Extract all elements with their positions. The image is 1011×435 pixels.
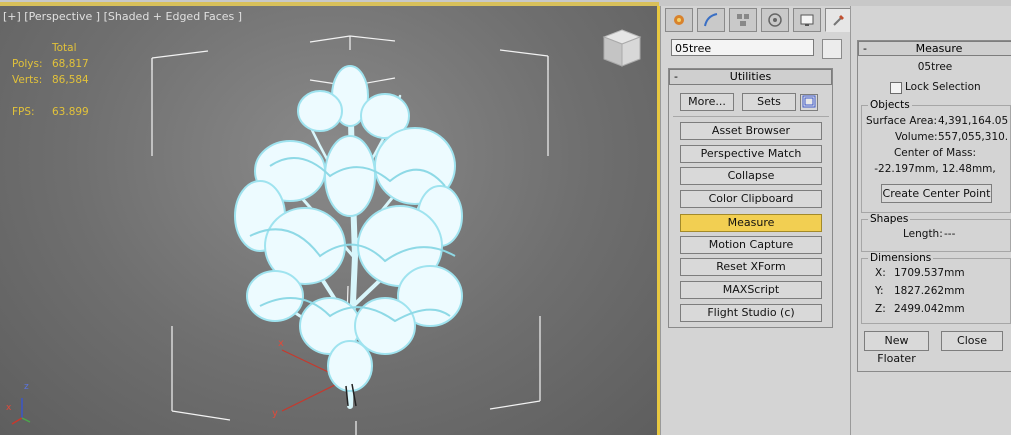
- lock-selection-checkbox[interactable]: [890, 82, 902, 94]
- dimension-y-value: 1827.262mm: [894, 285, 965, 297]
- dimension-x-value: 1709.537mm: [894, 267, 965, 279]
- utilities-separator: [673, 116, 829, 117]
- surface-area-label: Surface Area:: [866, 115, 938, 127]
- triad-x-label: x: [6, 403, 12, 413]
- close-button[interactable]: Close: [941, 331, 1003, 351]
- command-panel: 05tree - Utilities More... Sets Asset Bro…: [660, 6, 853, 435]
- measure-panel: - Measure 05tree Lock Selection Objects S…: [850, 6, 1011, 435]
- color-clipboard-button[interactable]: Color Clipboard: [680, 190, 822, 208]
- volume-label: Volume:: [895, 131, 938, 143]
- dimension-x-label: X:: [875, 267, 886, 279]
- utilities-rollout-header[interactable]: - Utilities: [669, 69, 832, 85]
- utilities-title: Utilities: [729, 70, 772, 83]
- measure-object-name: 05tree: [917, 61, 953, 73]
- perspective-match-button[interactable]: Perspective Match: [680, 145, 822, 163]
- axis-triad: [11, 398, 31, 425]
- object-color-swatch[interactable]: [822, 39, 842, 59]
- triad-z-label: z: [24, 382, 29, 392]
- measure-title: Measure: [915, 42, 963, 55]
- dimension-z-value: 2499.042mm: [894, 303, 965, 315]
- dimension-y-label: Y:: [875, 285, 884, 297]
- statistics-overlay: Total Polys: 68,817 Verts: 86,584 FPS: 63.8…: [12, 40, 89, 120]
- volume-value: 557,055,310.: [938, 131, 1009, 143]
- polys-label: Polys:: [12, 58, 43, 70]
- create-center-point-button[interactable]: Create Center Point: [881, 184, 992, 203]
- measure-button[interactable]: Measure: [680, 214, 822, 232]
- stats-header: Total: [52, 42, 77, 54]
- display-icon[interactable]: [793, 8, 821, 32]
- configure-button-sets-icon[interactable]: [800, 94, 818, 111]
- polys-value: 68,817: [52, 58, 89, 70]
- shapes-group-title: Shapes: [868, 213, 911, 225]
- new-floater-button[interactable]: New Floater: [864, 331, 929, 365]
- modify-icon[interactable]: [697, 8, 725, 32]
- viewport-scene: [11, 35, 549, 435]
- perspective-viewport[interactable]: [+] [Perspective ] [Shaded + Edged Faces…: [0, 6, 660, 435]
- length-label: Length:: [903, 228, 943, 240]
- gizmo-y-label: y: [272, 408, 278, 419]
- length-value: ---: [944, 228, 956, 240]
- objects-group-title: Objects: [868, 99, 912, 111]
- collapse-button[interactable]: Collapse: [680, 167, 822, 185]
- asset-browser-button[interactable]: Asset Browser: [680, 122, 822, 140]
- measure-rollout-header[interactable]: - Measure: [858, 41, 1011, 56]
- dimensions-group-title: Dimensions: [868, 252, 934, 264]
- object-name-field[interactable]: 05tree: [671, 39, 814, 56]
- viewcube-icon[interactable]: [602, 28, 642, 68]
- surface-area-value: 4,391,164.05: [938, 115, 1009, 127]
- utilities-icon[interactable]: [825, 8, 853, 32]
- tree-foliage: [234, 65, 463, 392]
- sets-button[interactable]: Sets: [742, 93, 796, 111]
- fps-label: FPS:: [12, 106, 35, 118]
- create-icon[interactable]: [665, 8, 693, 32]
- reset-xform-button[interactable]: Reset XForm: [680, 258, 822, 276]
- command-panel-tabs: [665, 8, 857, 34]
- maxscript-button[interactable]: MAXScript: [680, 281, 822, 299]
- hierarchy-icon[interactable]: [729, 8, 757, 32]
- fps-value: 63.899: [52, 106, 89, 118]
- motion-icon[interactable]: [761, 8, 789, 32]
- measure-rollout: - Measure 05tree Lock Selection Objects S…: [857, 40, 1011, 372]
- verts-value: 86,584: [52, 74, 89, 86]
- lock-selection-label: Lock Selection: [905, 81, 981, 93]
- viewport-label[interactable]: [+] [Perspective ] [Shaded + Edged Faces…: [3, 10, 242, 23]
- more-button[interactable]: More...: [680, 93, 734, 111]
- flight-studio-button[interactable]: Flight Studio (c): [680, 304, 822, 322]
- utilities-rollout: - Utilities More... Sets Asset Browser Pe…: [668, 68, 833, 328]
- gizmo-x-label: x: [278, 338, 284, 349]
- center-of-mass-value: -22.197mm, 12.48mm,: [874, 163, 996, 175]
- center-of-mass-label: Center of Mass:: [893, 147, 977, 159]
- motion-capture-button[interactable]: Motion Capture: [680, 236, 822, 254]
- verts-label: Verts:: [12, 74, 43, 86]
- dimension-z-label: Z:: [875, 303, 886, 315]
